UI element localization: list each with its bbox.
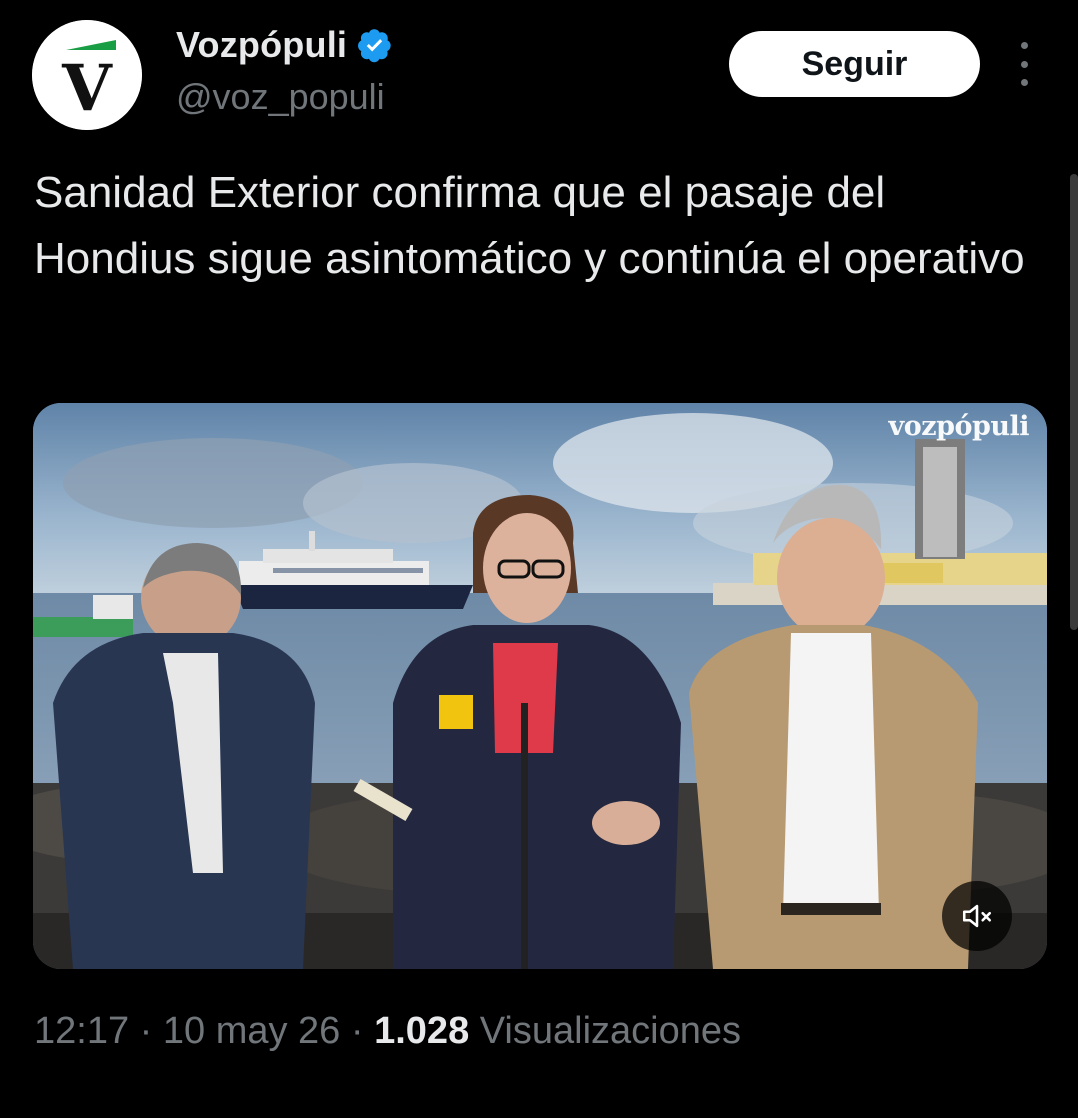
more-vertical-icon[interactable] — [1008, 42, 1040, 86]
account-name[interactable]: Vozpópuli — [176, 24, 347, 66]
account-avatar[interactable]: V — [32, 20, 142, 130]
tweet-time[interactable]: 12:17 — [34, 1010, 129, 1052]
views-count[interactable]: 1.028 — [374, 1010, 469, 1052]
tweet-date[interactable]: 10 may 26 — [163, 1010, 340, 1052]
tweet-metadata: 12:17 · 10 may 26 · 1.028 Visualizacione… — [34, 1010, 741, 1053]
video-watermark: vozpópuli — [888, 411, 1030, 442]
follow-button[interactable]: Seguir — [729, 31, 980, 97]
scrollbar[interactable] — [1070, 174, 1078, 630]
account-handle[interactable]: @voz_populi — [176, 76, 385, 118]
tweet-text: Sanidad Exterior confirma que el pasaje … — [34, 168, 1025, 283]
account-name-row: Vozpópuli — [176, 24, 393, 66]
mute-button[interactable] — [942, 881, 1012, 951]
video-frame — [33, 403, 1047, 969]
tweet-header: V Vozpópuli @voz_populi Seguir — [0, 0, 1078, 150]
speaker-muted-icon — [962, 904, 992, 928]
video-player[interactable]: vozpópuli — [33, 403, 1047, 969]
vozpopuli-logo: V — [32, 20, 142, 130]
svg-text:V: V — [61, 51, 113, 126]
separator: · — [350, 1010, 364, 1052]
separator: · — [139, 1010, 153, 1052]
verified-badge-icon — [357, 27, 393, 63]
views-label[interactable]: Visualizaciones — [480, 1010, 741, 1052]
